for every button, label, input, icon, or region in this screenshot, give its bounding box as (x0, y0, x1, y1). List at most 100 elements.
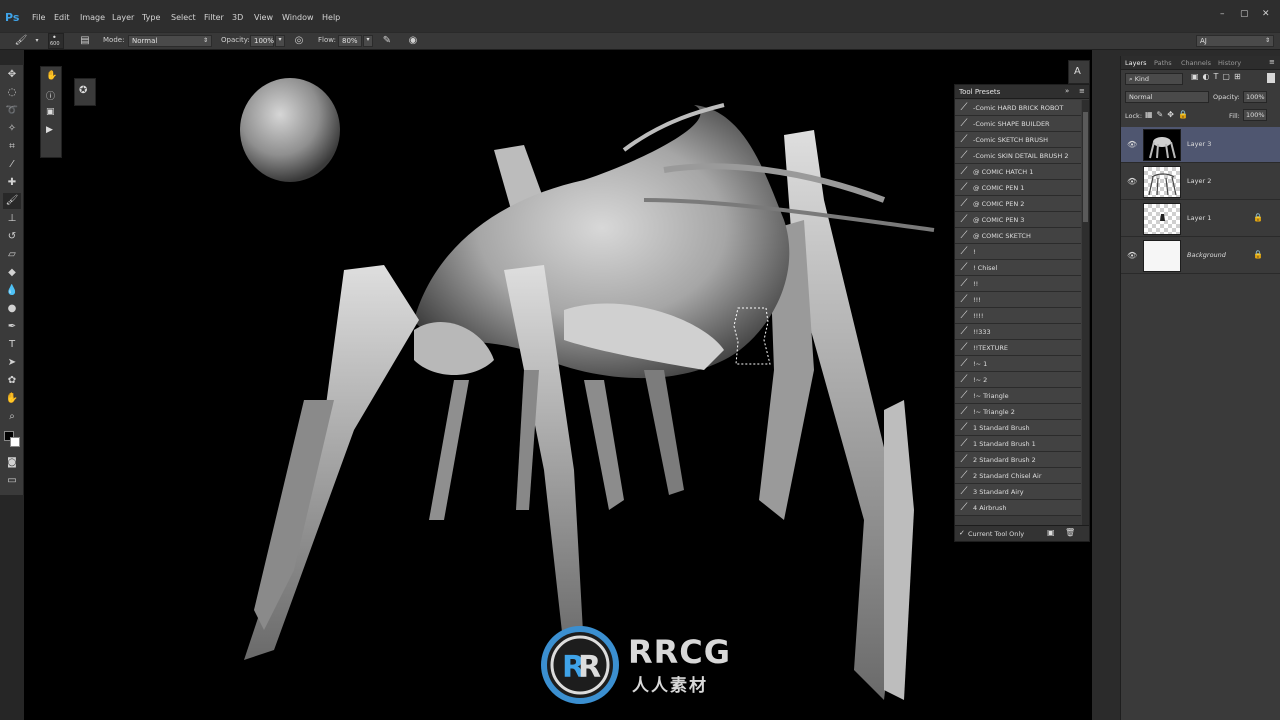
list-item[interactable]: ⟋ -Comic SHAPE BUILDER (955, 116, 1081, 132)
blend-mode-select[interactable]: Normal (1125, 91, 1209, 103)
close-icon[interactable]: ✕ (1262, 9, 1270, 19)
list-item[interactable]: ⟋!!! (955, 292, 1081, 308)
eye-icon[interactable]: 👁 (1127, 140, 1137, 150)
list-item[interactable]: ⟋ !~ Triangle 2 (955, 404, 1081, 420)
airbrush-icon[interactable]: ✎ (380, 34, 394, 48)
scrollbar-thumb[interactable] (1083, 112, 1088, 222)
info-icon[interactable]: ⓘ (46, 89, 55, 102)
list-item[interactable]: ⟋ @ COMIC PEN 3 (955, 212, 1081, 228)
flow-input[interactable]: 80% (338, 35, 362, 47)
opacity-input[interactable]: 100% (250, 35, 274, 47)
list-item[interactable]: ⟋ 3 Standard Airy (955, 484, 1081, 500)
list-item[interactable]: ⟋ !!TEXTURE (955, 340, 1081, 356)
layer-filter-select[interactable]: ⌕ Kind (1125, 73, 1183, 85)
menu-view[interactable]: View (254, 13, 273, 22)
healing-brush-tool-icon[interactable]: ✚ (3, 175, 21, 191)
menu-edit[interactable]: Edit (54, 13, 70, 22)
list-item[interactable]: ⟋ !!333 (955, 324, 1081, 340)
current-tool-only-checkbox[interactable]: ✓ (959, 529, 965, 537)
list-item[interactable]: ⟋ !~ Triangle (955, 388, 1081, 404)
screen-mode-icon[interactable]: ▭ (3, 473, 21, 489)
eye-hidden-icon[interactable]: · (1127, 214, 1137, 224)
panel-menu-icon[interactable]: ≡ (1269, 58, 1275, 66)
list-item[interactable]: ⟋ -Comic SKETCH BRUSH (955, 132, 1081, 148)
filter-icons[interactable]: ▣◐T▢⊞ (1191, 72, 1245, 81)
list-item[interactable]: ⟋ ! Chisel (955, 260, 1081, 276)
mode-select[interactable]: Normal ⇕ (128, 35, 212, 47)
type-tool-icon[interactable]: T (3, 337, 21, 353)
clone-source-icon[interactable]: ▣ (46, 107, 55, 117)
maximize-icon[interactable]: ▢ (1240, 9, 1249, 19)
layer-row-layer-3[interactable]: 👁 Layer 3 (1121, 127, 1280, 163)
layer-opacity-input[interactable]: 100% (1243, 91, 1267, 103)
dodge-tool-icon[interactable]: ● (3, 301, 21, 317)
brush-tool-icon[interactable]: 🖌 (14, 34, 28, 48)
menu-image[interactable]: Image (80, 13, 105, 22)
tool-presets-scrollbar[interactable] (1082, 100, 1089, 525)
crop-tool-icon[interactable]: ⌗ (3, 139, 21, 155)
history-brush-tool-icon[interactable]: ↺ (3, 229, 21, 245)
path-selection-tool-icon[interactable]: ➤ (3, 355, 21, 371)
list-item[interactable]: ⟋ !~ 2 (955, 372, 1081, 388)
tab-history[interactable]: History (1218, 59, 1241, 67)
list-item[interactable]: ⟋ -Comic SKIN DETAIL BRUSH 2 (955, 148, 1081, 164)
character-icon[interactable]: A (1074, 66, 1081, 77)
list-item[interactable]: ⟋ @ COMIC HATCH 1 (955, 164, 1081, 180)
paint-bucket-tool-icon[interactable]: ◆ (3, 265, 21, 281)
tab-channels[interactable]: Channels (1181, 59, 1211, 67)
lasso-tool-icon[interactable]: ➰ (3, 103, 21, 119)
fill-input[interactable]: 100% (1243, 109, 1267, 121)
list-item[interactable]: ⟋ !~ 1 (955, 356, 1081, 372)
eraser-tool-icon[interactable]: ▱ (3, 247, 21, 263)
pen-tool-icon[interactable]: ✒ (3, 319, 21, 335)
new-preset-icon[interactable]: ▣ (1047, 528, 1055, 537)
custom-shape-tool-icon[interactable]: ✿ (3, 373, 21, 389)
list-item[interactable]: ⟋ @ COMIC SKETCH (955, 228, 1081, 244)
list-item[interactable]: ⟋ 1 Standard Brush (955, 420, 1081, 436)
list-item[interactable]: ⟋ @ COMIC PEN 2 (955, 196, 1081, 212)
menu-3d[interactable]: 3D (232, 13, 243, 22)
eye-icon[interactable]: 👁 (1127, 177, 1137, 187)
list-item[interactable]: ⟋! (955, 244, 1081, 260)
pressure-opacity-icon[interactable]: ◎ (292, 34, 306, 48)
filter-toggle[interactable] (1267, 73, 1275, 83)
zoom-tool-icon[interactable]: ⌕ (3, 409, 21, 425)
pressure-size-icon[interactable]: ◉ (406, 34, 420, 48)
menu-filter[interactable]: Filter (204, 13, 224, 22)
eyedropper-tool-icon[interactable]: ⁄ (3, 157, 21, 173)
list-item[interactable]: ⟋ @ COMIC PEN 1 (955, 180, 1081, 196)
list-item[interactable]: ⟋!!!! (955, 308, 1081, 324)
move-tool-icon[interactable]: ✥ (3, 67, 21, 83)
layer-row-background[interactable]: 👁 Background 🔒 (1121, 238, 1280, 274)
layer-row-layer-2[interactable]: 👁 Layer 2 (1121, 164, 1280, 200)
lock-icons[interactable]: ▦✎✥🔒 (1145, 110, 1192, 119)
blur-tool-icon[interactable]: 💧 (3, 283, 21, 299)
menu-select[interactable]: Select (171, 13, 196, 22)
brush-preset-picker[interactable]: • 600 (48, 33, 64, 49)
menu-window[interactable]: Window (282, 13, 314, 22)
tab-paths[interactable]: Paths (1154, 59, 1172, 67)
color-wheel-icon[interactable]: ✪ (79, 85, 87, 96)
chevron-down-icon[interactable]: ▾ (30, 34, 44, 48)
opacity-slider-toggle[interactable]: ▾ (275, 35, 285, 47)
tab-layers[interactable]: Layers (1125, 59, 1147, 67)
brush-panel-icon[interactable]: ▤ (78, 34, 92, 48)
clone-stamp-tool-icon[interactable]: ⊥ (3, 211, 21, 227)
list-item[interactable]: ⟋ 2 Standard Chisel Air (955, 468, 1081, 484)
menu-type[interactable]: Type (142, 13, 160, 22)
quick-select-tool-icon[interactable]: ✧ (3, 121, 21, 137)
marquee-tool-icon[interactable]: ◌ (3, 85, 21, 101)
panel-menu-icon[interactable]: ≡ (1079, 87, 1085, 95)
layer-row-layer-1[interactable]: · Layer 1 🔒 (1121, 201, 1280, 237)
brush-presets-icon[interactable]: ✋ (46, 71, 57, 81)
menu-layer[interactable]: Layer (112, 13, 134, 22)
brush-tool-icon[interactable]: 🖌 (3, 193, 21, 209)
menu-help[interactable]: Help (322, 13, 340, 22)
workspace-select[interactable]: AJ ⇕ (1196, 35, 1274, 47)
list-item[interactable]: ⟋ -Comic HARD BRICK ROBOT (955, 100, 1081, 116)
list-item[interactable]: ⟋!! (955, 276, 1081, 292)
eye-icon[interactable]: 👁 (1127, 251, 1137, 261)
flow-slider-toggle[interactable]: ▾ (363, 35, 373, 47)
menu-file[interactable]: File (32, 13, 45, 22)
quick-mask-icon[interactable]: ◙ (3, 455, 21, 471)
